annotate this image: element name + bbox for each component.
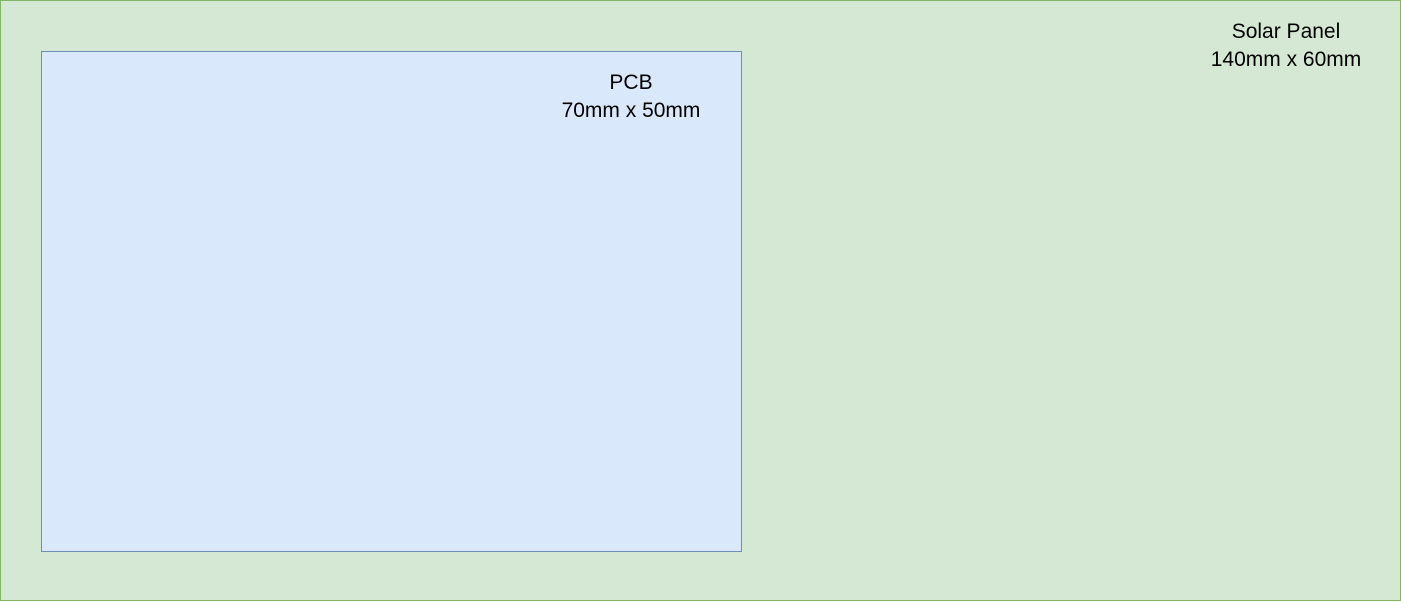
solar-panel-label: Solar Panel 140mm x 60mm [1171, 18, 1401, 74]
pcb-label: PCB 70mm x 50mm [517, 69, 745, 125]
pcb-box: PCB 70mm x 50mm [41, 51, 742, 552]
solar-panel-box: Solar Panel 140mm x 60mm PCB 70mm x 50mm [0, 0, 1401, 601]
solar-panel-name: Solar Panel [1231, 20, 1341, 43]
pcb-name: PCB [609, 71, 653, 94]
solar-panel-dimensions: 140mm x 60mm [1210, 48, 1362, 71]
pcb-dimensions: 70mm x 50mm [561, 99, 701, 122]
